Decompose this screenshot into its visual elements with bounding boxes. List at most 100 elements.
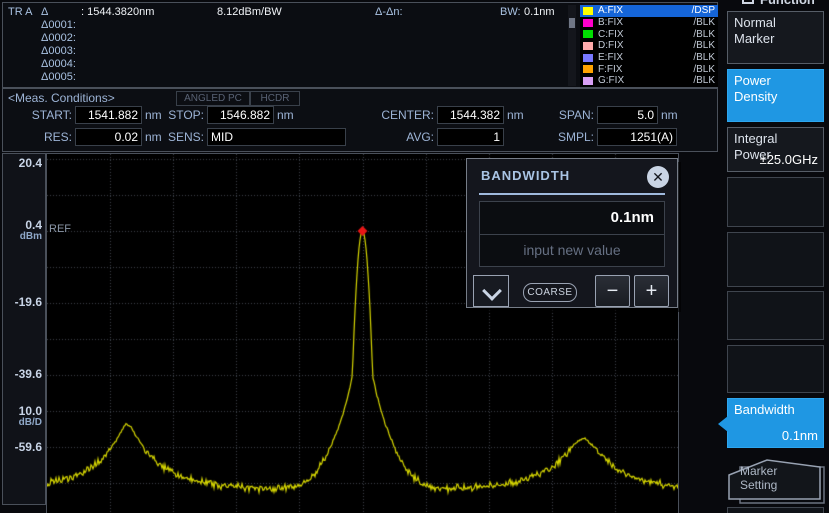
center-unit: nm (504, 108, 524, 122)
trace-c-mode: /BLK (693, 29, 715, 40)
delta-row-3: Δ0003: (41, 45, 76, 57)
sens-field: SENS: MID (151, 128, 346, 146)
start-label: START: (11, 108, 75, 122)
trace-e-mode: /BLK (693, 52, 715, 63)
avg-label: AVG: (363, 130, 437, 144)
softkey-empty-4[interactable] (727, 345, 824, 393)
bandwidth-button-value: 0.1nm (782, 428, 818, 444)
res-label: RES: (11, 130, 75, 144)
delta-symbol: Δ (41, 6, 48, 18)
coarse-button[interactable]: COARSE (523, 283, 577, 302)
softkey-empty-1[interactable] (727, 177, 824, 227)
trace-legend: A:FIX /DSP B:FIX /BLK C:FIX /BLK D:FIX /… (580, 5, 718, 87)
trace-label: TR A (8, 6, 32, 18)
start-field: START: 1541.882 nm (11, 106, 162, 124)
stop-value[interactable]: 1546.882 (207, 106, 274, 124)
y-ref-level: 0.4 (25, 218, 42, 232)
trace-a-mode: /DSP (692, 5, 715, 16)
start-value[interactable]: 1541.882 (75, 106, 142, 124)
increment-button[interactable]: + (634, 275, 669, 307)
y-tick-2: -19.6 (15, 295, 42, 309)
bandwidth-dialog: BANDWIDTH ✕ 0.1nm input new value COARSE… (466, 158, 678, 308)
power-density-button[interactable]: Power Density (727, 69, 824, 122)
bw-label: BW: (500, 6, 521, 18)
sens-value[interactable]: MID (207, 128, 346, 146)
smpl-value[interactable]: 1251(A) (597, 128, 677, 146)
trace-d-mode: /BLK (693, 40, 715, 51)
res-field: RES: 0.02 nm (11, 128, 162, 146)
trace-b-mode: /BLK (693, 17, 715, 28)
softkey-empty-3[interactable] (727, 291, 824, 340)
trace-e-name: E:FIX (598, 52, 693, 63)
trace-c-swatch (583, 30, 593, 38)
smpl-label: SMPL: (535, 130, 597, 144)
bandwidth-button[interactable]: Bandwidth 0.1nm (727, 398, 824, 448)
trace-b-name: B:FIX (598, 17, 693, 28)
y-scale-unit: dB/D (19, 417, 42, 428)
legend-row-d[interactable]: D:FIX /BLK (580, 40, 718, 52)
marker-readout-panel: TR A Δ : 1544.3820nm 8.12dBm/BW Δ-Δn: BW… (2, 2, 718, 88)
delta-row-2: Δ0002: (41, 32, 76, 44)
marker-setting-button[interactable]: Marker Setting (727, 455, 826, 507)
legend-scrollbar-thumb[interactable] (569, 18, 575, 28)
y-scale: 10.0 (19, 404, 42, 418)
legend-row-e[interactable]: E:FIX /BLK (580, 52, 718, 64)
avg-field: AVG: 1 (363, 128, 504, 146)
dialog-title-rule (479, 193, 665, 195)
legend-scrollbar[interactable] (568, 5, 576, 86)
y-tick-top: 20.4 (19, 156, 42, 170)
trace-g-swatch (583, 77, 593, 85)
legend-row-f[interactable]: F:FIX /BLK (580, 63, 718, 75)
trace-f-mode: /BLK (693, 64, 715, 75)
ref-tag: REF (49, 223, 71, 235)
collapse-button[interactable] (473, 275, 509, 307)
function-header: Function (742, 0, 826, 10)
function-checkbox-icon[interactable] (742, 0, 754, 4)
y-unit: dBm (20, 231, 42, 242)
trace-g-mode: /BLK (693, 75, 715, 86)
center-label: CENTER: (363, 108, 437, 122)
stop-unit: nm (274, 108, 294, 122)
trace-f-swatch (583, 65, 593, 73)
bandwidth-value-box: 0.1nm input new value (479, 201, 665, 267)
trace-d-swatch (583, 42, 593, 50)
normal-marker-button[interactable]: Normal Marker (727, 11, 824, 64)
trace-a-swatch (583, 7, 593, 15)
dialog-title: BANDWIDTH (481, 168, 570, 183)
legend-row-b[interactable]: B:FIX /BLK (580, 17, 718, 29)
integral-power-button[interactable]: Integral Power ±25.0GHz (727, 127, 824, 172)
res-value[interactable]: 0.02 (75, 128, 142, 146)
bandwidth-button-label: Bandwidth (734, 402, 795, 417)
legend-row-g[interactable]: G:FIX /BLK (580, 75, 718, 87)
legend-row-c[interactable]: C:FIX /BLK (580, 28, 718, 40)
span-unit: nm (658, 108, 678, 122)
trace-e-swatch (583, 54, 593, 62)
trace-c-name: C:FIX (598, 29, 693, 40)
sens-label: SENS: (151, 130, 207, 144)
stop-field: STOP: 1546.882 nm (151, 106, 294, 124)
span-field: SPAN: 5.0 nm (535, 106, 678, 124)
y-axis: 20.4 0.4 dBm -19.6 -39.6 10.0 dB/D -59.6 (2, 153, 46, 505)
integral-power-value: ±25.0GHz (760, 152, 818, 168)
angled-pc-badge: ANGLED PC (176, 91, 250, 106)
decrement-button[interactable]: − (595, 275, 630, 307)
close-icon[interactable]: ✕ (647, 166, 669, 188)
avg-value[interactable]: 1 (437, 128, 504, 146)
delta-row-1: Δ0001: (41, 19, 76, 31)
delta-row-5: Δ0005: (41, 71, 76, 83)
delta-n-label: Δ-Δn: (375, 6, 403, 18)
bandwidth-input[interactable]: input new value (480, 235, 664, 266)
center-value[interactable]: 1544.382 (437, 106, 504, 124)
delta-row-4: Δ0004: (41, 58, 76, 70)
softkey-empty-2[interactable] (727, 232, 824, 287)
return-button[interactable]: Return (727, 507, 824, 513)
stop-label: STOP: (151, 108, 207, 122)
bw-value: 0.1nm (524, 6, 555, 18)
legend-row-a[interactable]: A:FIX /DSP (580, 5, 718, 17)
meas-conditions-panel: <Meas. Conditions> ANGLED PC HCDR START:… (2, 88, 718, 152)
bandwidth-current-value[interactable]: 0.1nm (480, 202, 664, 235)
function-header-label: Function (760, 0, 815, 10)
smpl-field: SMPL: 1251(A) (535, 128, 677, 146)
trace-b-swatch (583, 19, 593, 27)
span-value[interactable]: 5.0 (597, 106, 658, 124)
